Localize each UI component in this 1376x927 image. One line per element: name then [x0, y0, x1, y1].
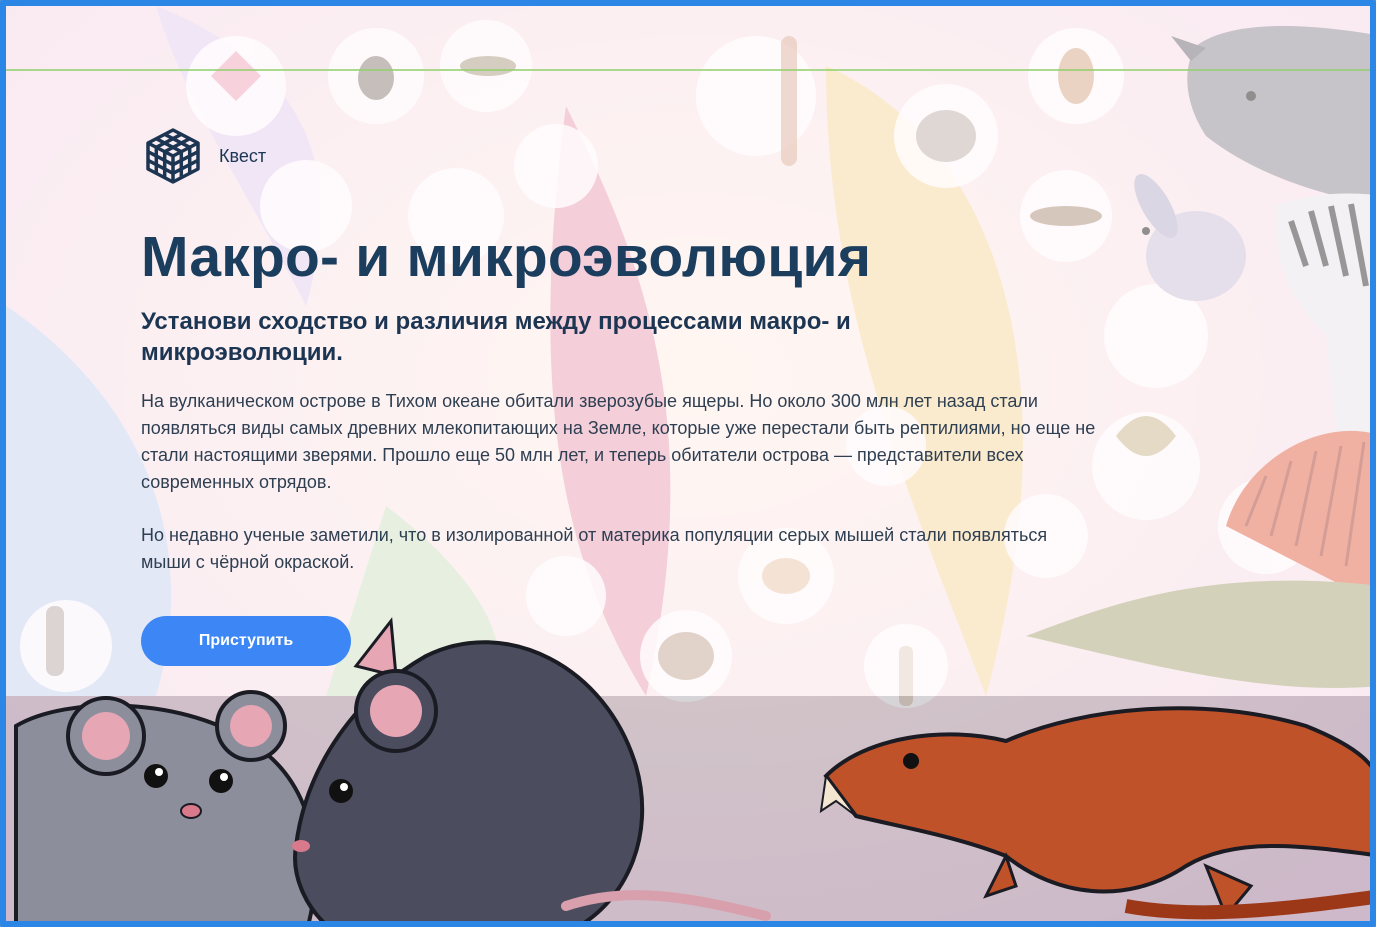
quest-window: Квест Макро- и микроэволюция Установи сх… [0, 0, 1376, 927]
intro-paragraph: На вулканическом острове в Тихом океане … [141, 391, 1096, 492]
quest-intro: Квест Макро- и микроэволюция Установи сх… [141, 124, 1121, 666]
page-subtitle: Установи сходство и различия между проце… [141, 308, 851, 366]
start-button[interactable]: Приступить [141, 616, 351, 666]
page-title: Макро- и микроэволюция [141, 225, 872, 289]
quest-brand: Квест [141, 124, 1121, 188]
cube-grid-icon [146, 128, 200, 184]
intro-paragraph: Но недавно ученые заметили, что в изолир… [141, 525, 1048, 572]
quest-type-label: Квест [219, 145, 267, 166]
grey-mouse-illustration [14, 690, 318, 921]
